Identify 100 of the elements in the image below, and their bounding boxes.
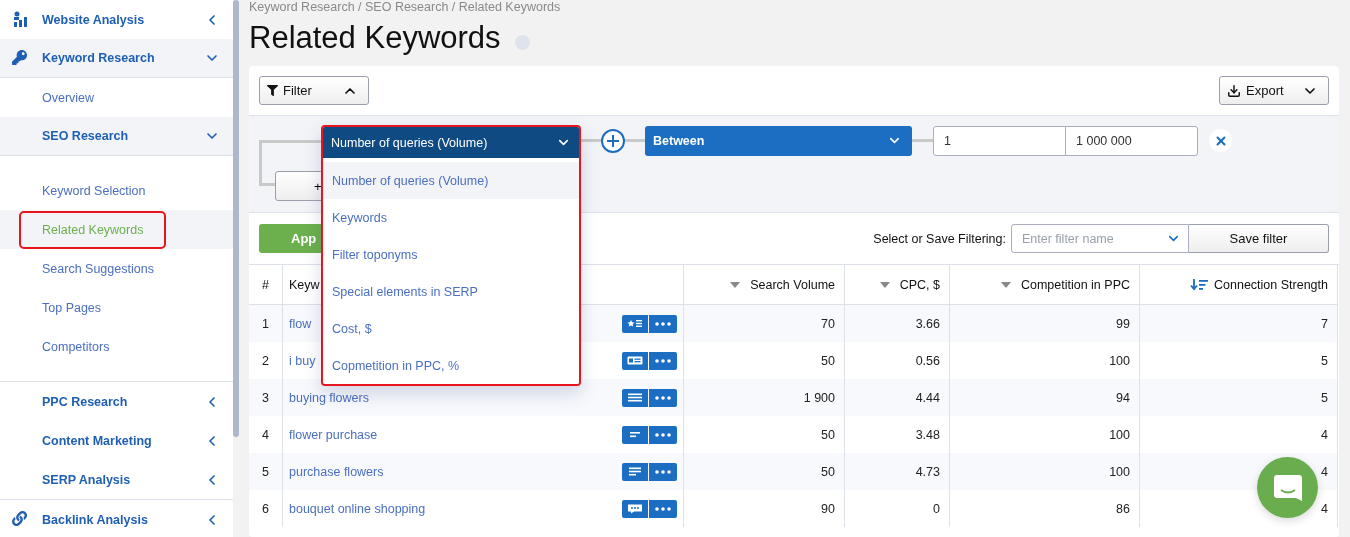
more-icon xyxy=(654,358,672,363)
more-button[interactable] xyxy=(649,425,677,444)
short-lines-icon xyxy=(627,429,643,440)
table-cell: 0 xyxy=(933,501,940,516)
row-number: 2 xyxy=(262,353,269,368)
column-header[interactable]: Search Volume xyxy=(750,277,835,292)
table-cell: 4.73 xyxy=(915,464,940,479)
sort-descending-icon[interactable] xyxy=(1190,278,1209,291)
chart-icon xyxy=(12,11,28,27)
table-cell: 4 xyxy=(1321,464,1328,479)
speech-bubble-icon xyxy=(627,503,643,514)
dropdown-option[interactable]: Filter toponyms xyxy=(323,236,579,273)
serp-feature-button[interactable] xyxy=(622,462,648,481)
nav-link[interactable]: Search Suggestions xyxy=(42,261,154,276)
table-cell: 50 xyxy=(821,427,835,442)
column-header: # xyxy=(262,277,269,292)
keyword-link[interactable]: bouquet online shopping xyxy=(289,501,616,516)
more-button[interactable] xyxy=(649,314,677,333)
dropdown-option[interactable]: Special elements in SERP xyxy=(323,273,579,310)
scrollbar-thumb[interactable] xyxy=(233,0,239,437)
row-number: 4 xyxy=(262,427,269,442)
text-lines-icon xyxy=(627,466,643,477)
table-cell: 70 xyxy=(821,316,835,331)
nav-section[interactable]: Website Analysis xyxy=(42,12,204,27)
filter-button[interactable]: Filter xyxy=(259,76,369,105)
key-icon xyxy=(12,50,27,65)
table-cell: 5 xyxy=(1321,390,1328,405)
more-icon xyxy=(654,321,672,326)
row-number: 1 xyxy=(262,316,269,331)
more-button[interactable] xyxy=(649,351,677,370)
close-glyph-icon xyxy=(1213,133,1228,148)
link-icon xyxy=(12,511,27,526)
table-cell: 94 xyxy=(1116,390,1130,405)
table-cell: 99 xyxy=(1116,316,1130,331)
serp-feature-button[interactable] xyxy=(622,499,648,518)
row-number: 3 xyxy=(262,390,269,405)
nav-link[interactable]: Top Pages xyxy=(42,300,102,315)
more-icon xyxy=(654,395,672,400)
row-number: 5 xyxy=(262,464,269,479)
more-button[interactable] xyxy=(649,388,677,407)
nav-link[interactable]: Overview xyxy=(42,90,95,105)
nav-section[interactable]: PPC Research xyxy=(42,394,204,409)
table-cell: 100 xyxy=(1109,464,1130,479)
field-select[interactable]: Number of queries (Volume) xyxy=(323,127,579,158)
table-cell: 1 900 xyxy=(803,390,835,405)
list-icon xyxy=(627,392,643,403)
table-cell: 86 xyxy=(1116,501,1130,516)
table-cell: 0.56 xyxy=(915,353,940,368)
nav-link[interactable]: Keyword Selection xyxy=(42,183,146,198)
nav-link[interactable]: Competitors xyxy=(42,339,110,354)
dropdown-option[interactable]: Cost, $ xyxy=(323,310,579,347)
dropdown-option[interactable]: Copmetition in PPC, % xyxy=(323,347,579,384)
download-icon xyxy=(1227,83,1241,98)
table-cell: 4.44 xyxy=(915,390,940,405)
min-value-field[interactable]: 1 xyxy=(933,125,1066,156)
serp-feature-button[interactable] xyxy=(622,388,648,407)
nav-section[interactable]: SERP Analysis xyxy=(42,472,204,487)
breadcrumb: Keyword Research / SEO Research / Related Keywords xyxy=(249,0,562,15)
sort-triangle-icon[interactable] xyxy=(879,281,890,288)
operator-select[interactable]: Between xyxy=(645,125,912,156)
column-header[interactable]: Competition in PPC xyxy=(1020,277,1130,292)
column-header[interactable]: Connection Strength xyxy=(1214,277,1328,292)
more-icon xyxy=(654,506,672,511)
table-cell: 3.66 xyxy=(915,316,940,331)
table-cell: 50 xyxy=(821,353,835,368)
nav-section[interactable]: Backlink Analysis xyxy=(42,512,204,527)
export-button[interactable]: Export xyxy=(1219,76,1329,105)
serp-feature-button[interactable] xyxy=(622,314,648,333)
more-icon xyxy=(654,432,672,437)
nav-section[interactable]: Content Marketing xyxy=(42,433,204,448)
table-cell: 100 xyxy=(1109,353,1130,368)
save-filter-button[interactable]: Save filter xyxy=(1189,224,1329,253)
filter-icon xyxy=(267,85,278,96)
save-filter-label: Select or Save Filtering: xyxy=(873,231,1006,246)
table-cell: 90 xyxy=(821,501,835,516)
keyword-link[interactable]: flower purchase xyxy=(289,427,616,442)
row-number: 6 xyxy=(262,501,269,516)
table-cell: 100 xyxy=(1109,427,1130,442)
chat-icon xyxy=(1273,474,1302,501)
serp-feature-button[interactable] xyxy=(622,425,648,444)
star-list-icon xyxy=(627,318,643,329)
column-header[interactable]: CPC, $ xyxy=(899,277,940,292)
add-rule-button[interactable] xyxy=(601,128,625,153)
table-cell: 4 xyxy=(1321,427,1328,442)
close-icon[interactable] xyxy=(1209,129,1232,152)
table-cell: 3.48 xyxy=(915,427,940,442)
sort-triangle-icon[interactable] xyxy=(1000,281,1011,288)
column-header: Keyw xyxy=(289,277,320,292)
table-cell: 5 xyxy=(1321,353,1328,368)
more-icon xyxy=(654,469,672,474)
dropdown-option[interactable]: Keywords xyxy=(323,199,579,236)
filter-name-field[interactable]: Enter filter name xyxy=(1011,224,1189,253)
max-value-field[interactable]: 1 000 000 xyxy=(1065,125,1198,156)
more-button[interactable] xyxy=(649,462,677,481)
plus-icon xyxy=(606,133,620,148)
serp-feature-button[interactable] xyxy=(622,351,648,370)
more-button[interactable] xyxy=(649,499,677,518)
table-cell: 7 xyxy=(1321,316,1328,331)
sort-triangle-icon[interactable] xyxy=(730,281,741,288)
dropdown-option[interactable]: Number of queries (Volume) xyxy=(323,162,579,199)
